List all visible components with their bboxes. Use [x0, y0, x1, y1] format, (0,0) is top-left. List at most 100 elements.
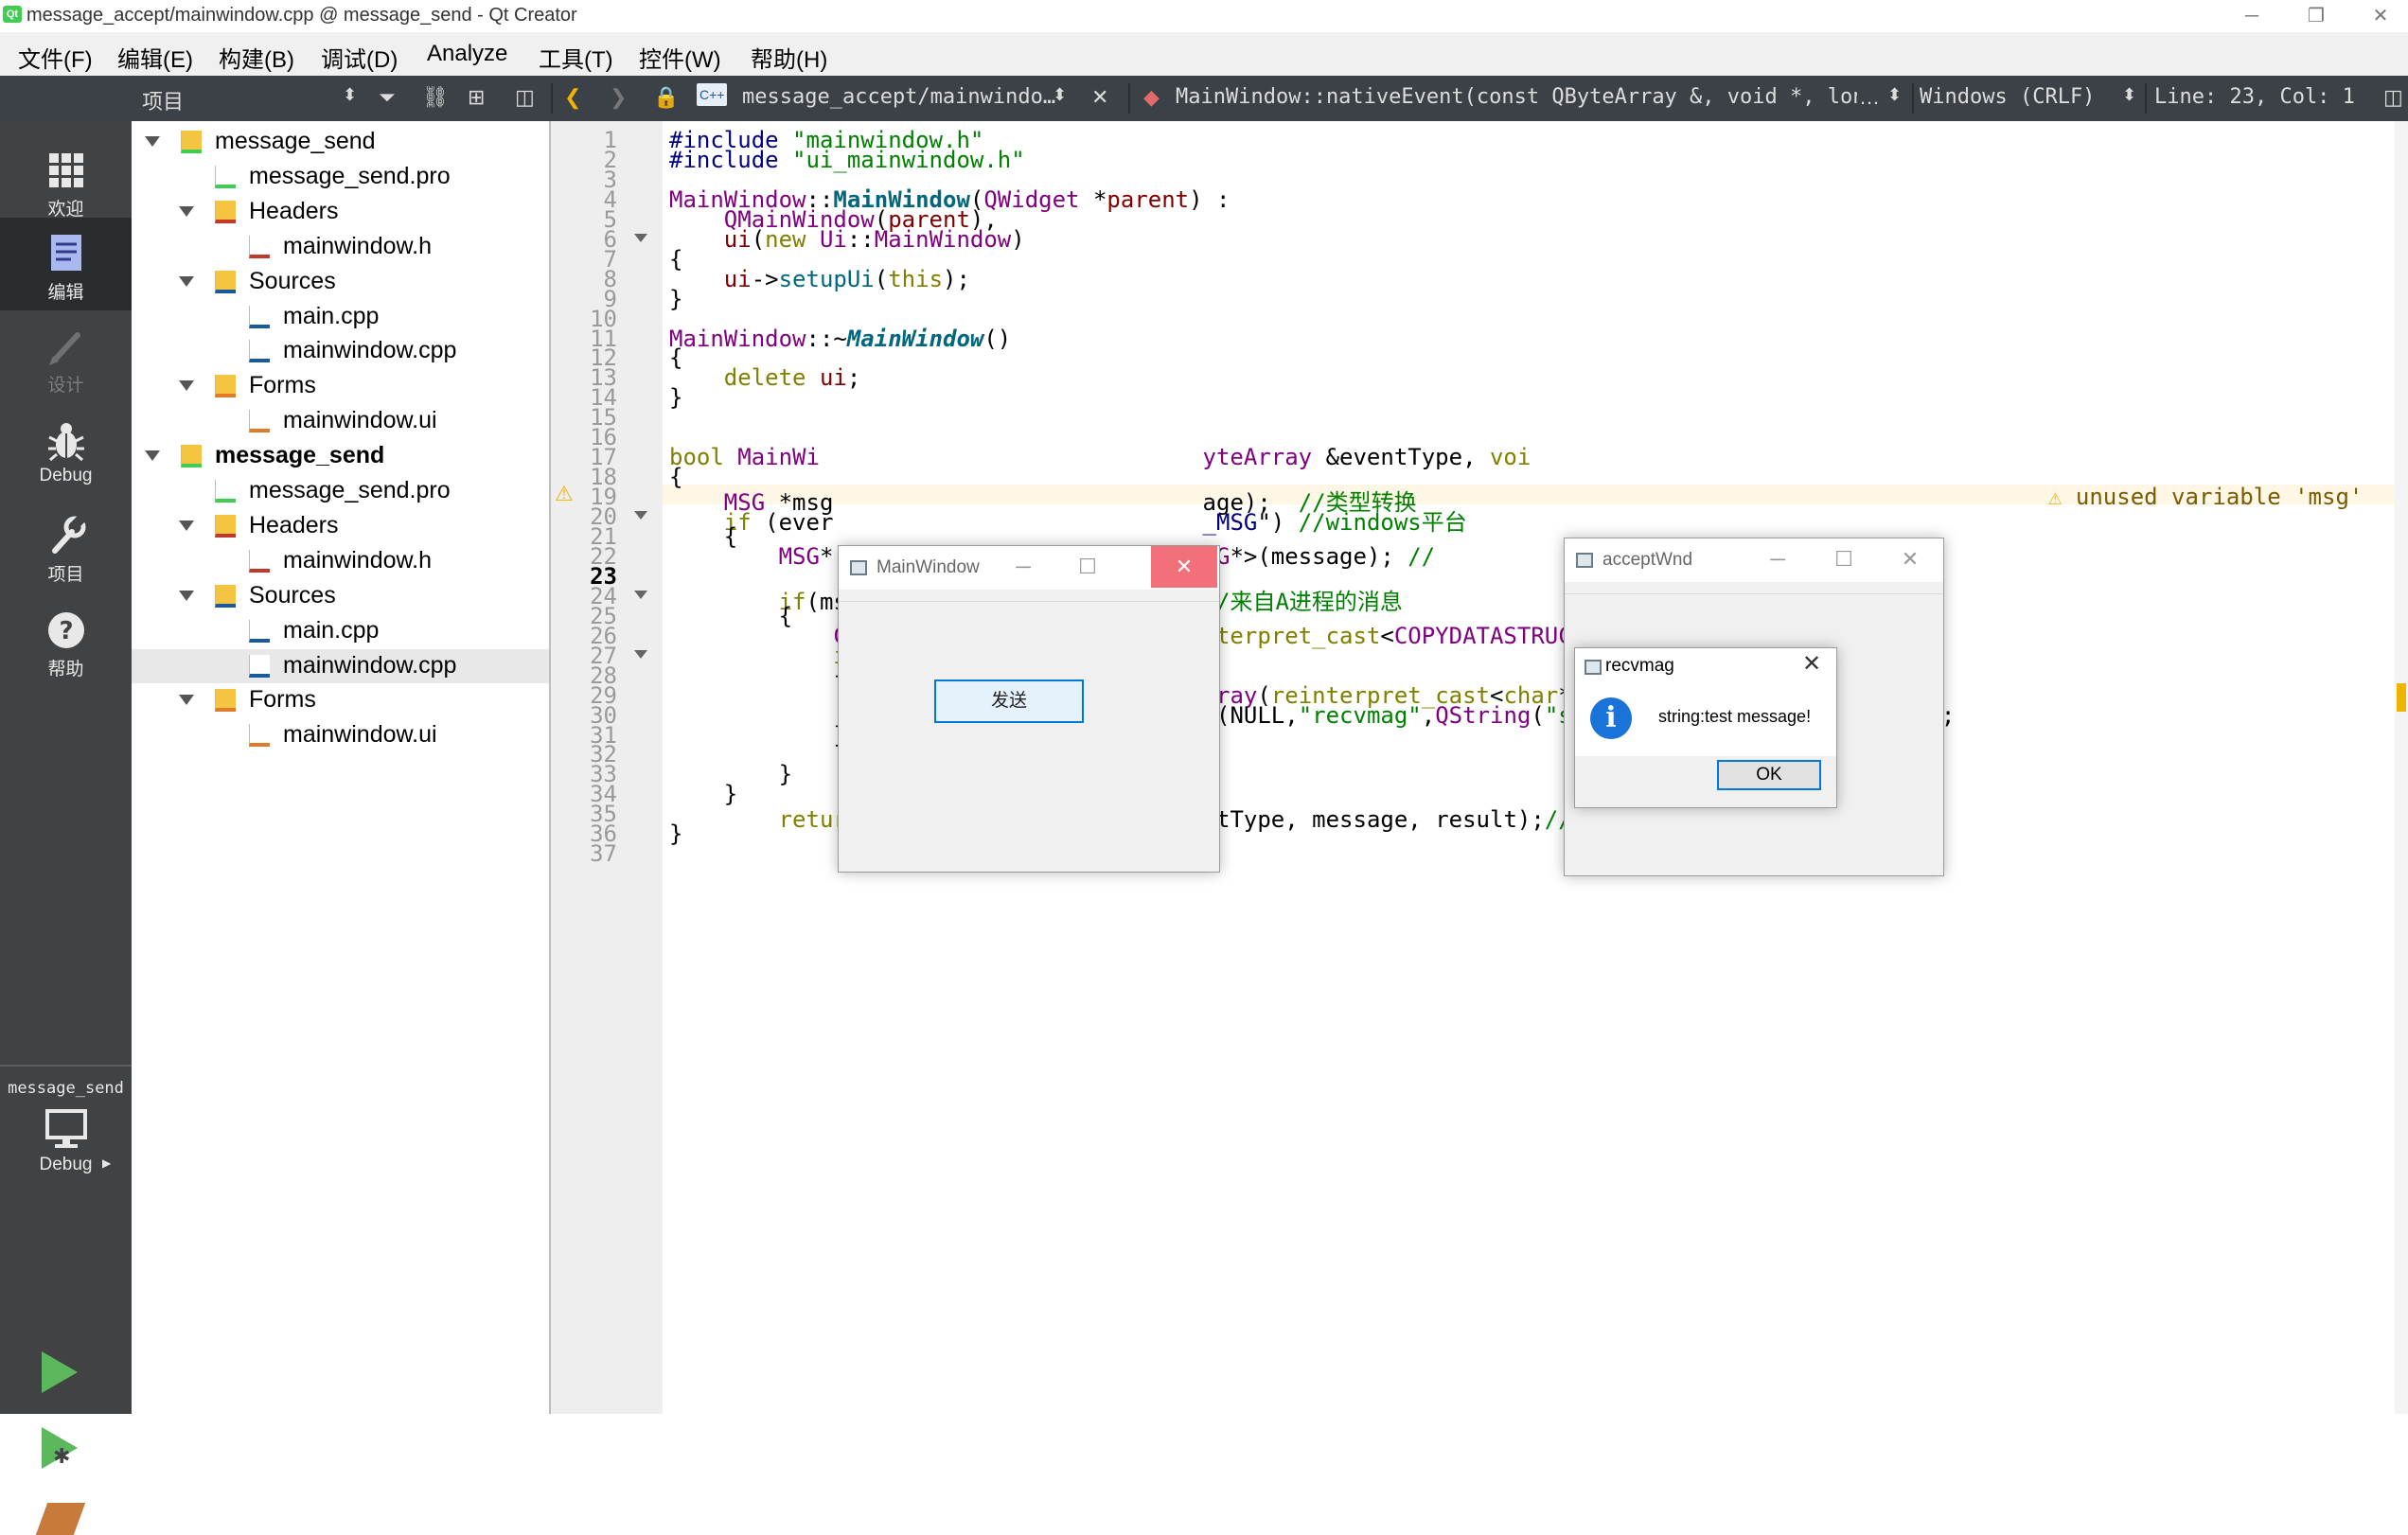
code-line[interactable]: ui->setupUi(this);	[669, 266, 970, 292]
panel-selector-arrows-icon[interactable]: ⬍	[343, 85, 357, 105]
tree-item[interactable]: main.cpp	[132, 300, 549, 334]
run-button[interactable]	[42, 1351, 78, 1393]
code-line[interactable]: ui(new Ui::MainWindow)	[669, 226, 1025, 253]
function-combo-arrows-icon[interactable]: ⬍	[1887, 85, 1902, 105]
tree-item[interactable]: main.cpp	[132, 614, 549, 648]
info-icon: i	[1590, 697, 1632, 739]
file-combo-arrows-icon[interactable]: ⬍	[1053, 85, 1067, 105]
panel-selector[interactable]: 项目	[142, 85, 184, 115]
code-line[interactable]: }	[669, 820, 682, 847]
minimize-button[interactable]: ─	[990, 546, 1056, 588]
expand-arrow-icon[interactable]	[145, 136, 160, 147]
ui-file-icon	[249, 410, 270, 433]
menu-file[interactable]: 文件(F)	[18, 41, 93, 74]
mode-welcome[interactable]: 欢迎	[0, 134, 132, 227]
code-line[interactable]: if (ever _MSG") //windows平台	[669, 503, 1467, 537]
ok-button[interactable]: OK	[1717, 760, 1821, 790]
maximize-button[interactable]: ☐	[1054, 546, 1121, 588]
tree-item[interactable]: message_send	[132, 125, 549, 159]
menu-controls[interactable]: 控件(W)	[639, 41, 721, 74]
fold-marker-icon[interactable]	[634, 233, 647, 242]
tree-item[interactable]: message_send.pro	[132, 160, 549, 194]
vertical-scrollbar[interactable]	[2395, 121, 2408, 1414]
mode-debug[interactable]: Debug	[0, 405, 132, 498]
menu-build[interactable]: 构建(B)	[219, 41, 294, 74]
code-line[interactable]: #include "ui_mainwindow.h"	[669, 147, 1025, 173]
mode-label: 编辑	[47, 283, 84, 303]
menu-edit[interactable]: 编辑(E)	[117, 41, 193, 74]
split-editor-icon[interactable]: ◫	[2383, 85, 2403, 110]
tree-item[interactable]: mainwindow.h	[132, 544, 549, 578]
expand-arrow-icon[interactable]	[179, 695, 194, 706]
cursor-position[interactable]: Line: 23, Col: 1	[2154, 85, 2355, 109]
tree-item[interactable]: Forms	[132, 683, 549, 717]
kit-selector[interactable]: message_send Debug ▶	[0, 1079, 132, 1211]
expand-arrow-icon[interactable]	[179, 520, 194, 531]
send-button[interactable]: 发送	[934, 679, 1084, 723]
close-button[interactable]: ✕	[1877, 538, 1943, 580]
mode-help[interactable]: ? 帮助	[0, 594, 132, 687]
mode-label: 帮助	[47, 660, 84, 679]
kit-expand-icon: ▶	[102, 1156, 112, 1170]
mode-label: 设计	[47, 376, 84, 396]
code-line[interactable]: delete ui;	[669, 364, 861, 391]
acceptwnd-title: acceptWnd	[1602, 550, 1693, 570]
close-button[interactable]: ✕	[1802, 650, 1821, 678]
open-file-combo[interactable]: message_accept/mainwindo…	[742, 85, 1055, 109]
function-combo[interactable]: MainWindow::nativeEvent(const QByteArray…	[1176, 85, 1857, 109]
expand-arrow-icon[interactable]	[179, 275, 194, 287]
close-panel-icon[interactable]: ◫	[515, 85, 535, 110]
restore-button[interactable]: ❐	[2291, 2, 2342, 30]
expand-arrow-icon[interactable]	[179, 380, 194, 392]
tree-item[interactable]: mainwindow.h	[132, 230, 549, 264]
menu-tools[interactable]: 工具(T)	[539, 41, 613, 74]
fold-marker-icon[interactable]	[634, 590, 647, 599]
expand-arrow-icon[interactable]	[179, 590, 194, 601]
forward-icon[interactable]: ❯	[610, 85, 627, 110]
tree-item-label: Sources	[249, 267, 336, 294]
back-icon[interactable]: ❮	[564, 85, 581, 110]
window-title: message_accept/mainwindow.cpp @ message_…	[27, 5, 577, 26]
menu-analyze[interactable]: Analyze	[427, 41, 507, 67]
fold-marker-icon[interactable]	[634, 511, 647, 520]
mode-edit[interactable]: 编辑	[0, 218, 132, 310]
minimize-button[interactable]: ─	[2226, 2, 2277, 30]
close-button[interactable]: ✕	[1151, 546, 1217, 588]
tree-item[interactable]: Sources	[132, 265, 549, 299]
code-line[interactable]: }	[669, 722, 846, 749]
maximize-button[interactable]: ☐	[1811, 538, 1877, 580]
tree-item[interactable]: mainwindow.ui	[132, 404, 549, 438]
tree-item[interactable]: mainwindow.cpp	[132, 648, 549, 683]
expand-arrow-icon[interactable]	[179, 205, 194, 217]
tree-item[interactable]: Headers	[132, 509, 549, 543]
filter-icon[interactable]: ⏷	[379, 85, 396, 110]
minimize-button[interactable]: ─	[1744, 538, 1811, 580]
expand-arrow-icon[interactable]	[145, 450, 160, 462]
tree-item[interactable]: mainwindow.cpp	[132, 334, 549, 368]
close-button[interactable]: ✕	[2355, 2, 2406, 30]
tree-item[interactable]: Sources	[132, 579, 549, 613]
code-line[interactable]: }	[669, 286, 682, 312]
code-line[interactable]: bool MainWi yteArray &eventType, voi	[669, 444, 1531, 470]
code-line[interactable]: MainWindow::~MainWindow()	[669, 326, 1011, 352]
cpp-file-icon	[249, 654, 270, 678]
tree-item[interactable]: mainwindow.ui	[132, 718, 549, 752]
tree-item[interactable]: message_send.pro	[132, 474, 549, 508]
line-ending-combo[interactable]: Windows (CRLF)	[1920, 85, 2095, 109]
tree-item[interactable]: message_send	[132, 439, 549, 473]
mode-projects[interactable]: 项目	[0, 500, 132, 592]
tree-item[interactable]: Forms	[132, 369, 549, 403]
close-document-icon[interactable]: ✕	[1091, 85, 1108, 110]
split-icon[interactable]: ⊞	[468, 85, 485, 110]
link-icon[interactable]: ⛓	[422, 85, 449, 110]
source-folder-icon	[215, 584, 236, 608]
menu-debug[interactable]: 调试(D)	[321, 41, 398, 74]
project-tree: message_send message_send.pro Headers mainw…	[132, 121, 551, 1414]
mode-design[interactable]: 设计	[0, 310, 132, 403]
code-line[interactable]: }	[669, 384, 682, 411]
fold-marker-icon[interactable]	[634, 649, 647, 659]
line-ending-arrows-icon[interactable]: ⬍	[2122, 85, 2136, 105]
menu-help[interactable]: 帮助(H)	[751, 41, 827, 74]
build-hammer-icon[interactable]	[35, 1503, 86, 1535]
tree-item[interactable]: Headers	[132, 195, 549, 229]
